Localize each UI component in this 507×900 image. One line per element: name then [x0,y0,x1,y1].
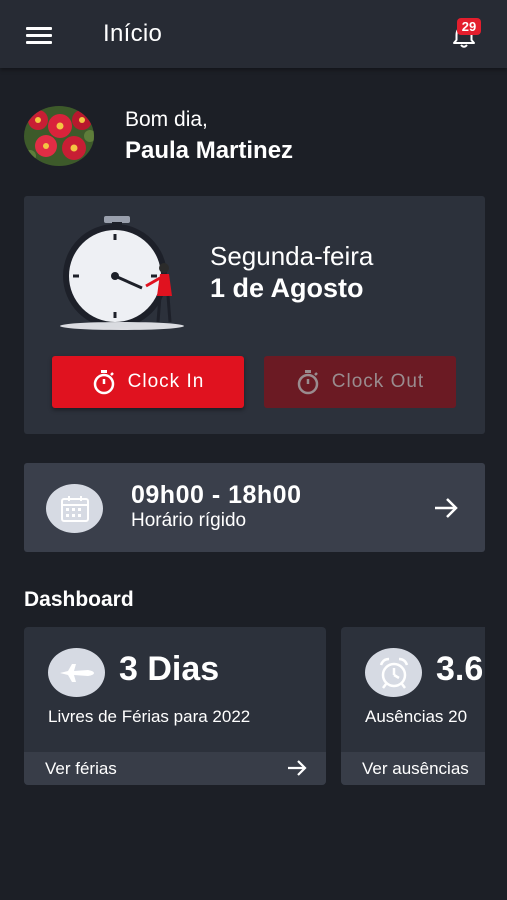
hamburger-menu-icon[interactable] [22,22,58,48]
dashboard-label: Ausências 20 [365,707,468,726]
dashboard-card-absences[interactable]: 3.6 Ausências 20 Ver ausências [341,627,485,785]
clock-card: Segunda-feira 1 de Agosto Clock In Clock… [24,196,485,434]
dashboard-value: 3.6 [436,650,484,688]
airplane-icon [48,648,105,697]
user-name: Paula Martinez [125,137,294,164]
schedule-card[interactable]: 09h00 - 18h00 Horário rígido [24,463,485,552]
clock-in-button[interactable]: Clock In [52,356,244,408]
ver-ausencias-link[interactable]: Ver ausências [362,759,469,779]
avatar[interactable] [24,106,94,166]
clock-out-label: Clock Out [331,371,425,392]
dashboard-value: 3 Dias [119,650,220,688]
dashboard-card-footer[interactable]: Ver férias [24,752,326,785]
clock-out-button[interactable]: Clock Out [264,356,456,408]
weekday-label: Segunda-feira [210,241,374,271]
date-label: 1 de Agosto [210,273,364,303]
schedule-type: Horário rígido [131,510,247,531]
alarm-clock-icon [365,648,422,697]
arrow-right-icon[interactable] [286,758,308,778]
notification-badge: 29 [457,18,481,35]
ver-ferias-link[interactable]: Ver férias [45,759,117,779]
calendar-icon [46,484,103,533]
greeting-text: Bom dia, [125,108,208,131]
dashboard-label: Livres de Férias para 2022 [48,707,251,726]
page-title: Início [103,20,163,47]
stopwatch-icon [93,370,114,395]
dashboard-carousel[interactable]: 3 Dias Livres de Férias para 2022 Ver fé… [0,627,485,787]
clock-in-label: Clock In [127,371,205,392]
dashboard-card-vacation[interactable]: 3 Dias Livres de Férias para 2022 Ver fé… [24,627,326,785]
dashboard-card-footer[interactable]: Ver ausências [341,752,485,785]
dashboard-title: Dashboard [24,588,134,611]
stopwatch-icon [297,370,319,395]
stopwatch-illustration [56,212,196,334]
arrow-right-icon[interactable] [432,495,460,521]
schedule-time: 09h00 - 18h00 [131,481,302,509]
app-bar: Início 29 [0,0,507,68]
